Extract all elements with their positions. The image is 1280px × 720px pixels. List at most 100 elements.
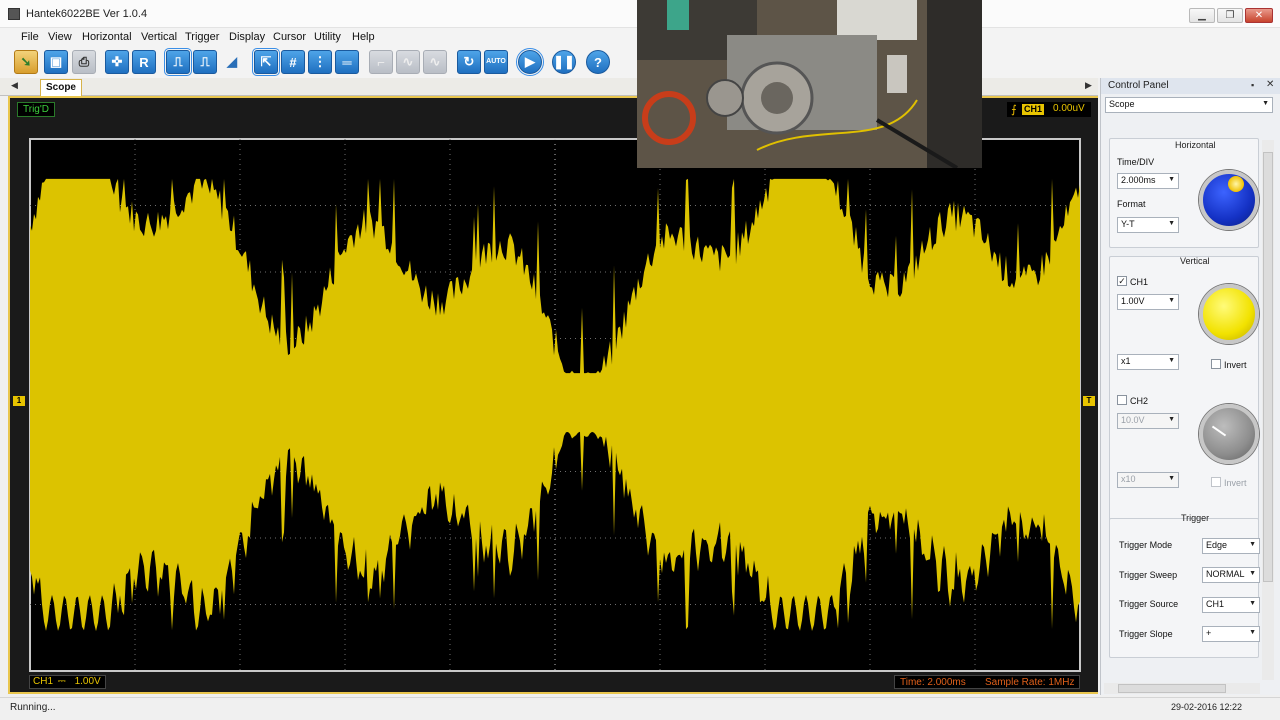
ch1-checkbox[interactable]: ✓ xyxy=(1117,276,1127,286)
format-select[interactable]: Y-T ▼ xyxy=(1117,217,1179,233)
trigger-slope-select[interactable]: + ▼ xyxy=(1202,626,1260,642)
scope-display[interactable] xyxy=(8,96,1098,694)
hscroll-thumb[interactable] xyxy=(1118,684,1226,693)
restore-icon: ❐ xyxy=(1225,10,1235,21)
chevron-down-icon: ▼ xyxy=(1249,570,1256,577)
cursor-h-icon: ═ xyxy=(342,54,352,70)
chevron-down-icon: ▼ xyxy=(1262,100,1269,107)
trigger-sweep-value: NORMAL xyxy=(1206,569,1245,579)
wave-button[interactable]: ∿ xyxy=(396,50,420,74)
help-icon: ? xyxy=(594,54,602,70)
ch1-voltage-select[interactable]: 1.00V ▼ xyxy=(1117,294,1179,310)
trigger-channel: CH1 xyxy=(1022,104,1045,115)
trigger-info: ⨍ CH1 0.00uV xyxy=(1007,102,1091,117)
ramp-button[interactable]: ◢ xyxy=(220,50,244,74)
timediv-value: 2.000ms xyxy=(1121,175,1156,185)
pin-icon[interactable]: ▪ xyxy=(1251,80,1254,90)
r-icon: R xyxy=(139,54,149,70)
timediv-knob[interactable] xyxy=(1199,170,1259,230)
auto-button[interactable]: AUTO xyxy=(484,50,508,74)
trigger-sweep-select[interactable]: NORMAL ▼ xyxy=(1202,567,1260,583)
panel-close-icon[interactable]: ✕ xyxy=(1266,79,1274,90)
menu-vertical[interactable]: Vertical xyxy=(141,31,177,43)
run-r-button[interactable]: R xyxy=(132,50,156,74)
step-button[interactable]: ⌐ xyxy=(369,50,393,74)
trigger-source-select[interactable]: CH1 ▼ xyxy=(1202,597,1260,613)
rising-edge-icon: ⨍ xyxy=(1011,104,1017,116)
window-title: Hantek6022BE Ver 1.0.4 xyxy=(26,8,148,20)
ch1-invert-checkbox[interactable] xyxy=(1211,359,1221,369)
vscroll-thumb[interactable] xyxy=(1263,152,1273,582)
refresh-button[interactable]: ↻ xyxy=(457,50,481,74)
rotate-icon: ↻ xyxy=(463,54,475,69)
ch2-voltage-select[interactable]: 10.0V ▼ xyxy=(1117,413,1179,429)
ch2-checkbox[interactable] xyxy=(1117,395,1127,405)
ch1-voltage-value: 1.00V xyxy=(1121,296,1145,306)
print-icon: ⎙ xyxy=(78,54,90,69)
menu-utility[interactable]: Utility xyxy=(314,31,341,43)
ch1-probe-select[interactable]: x1 ▼ xyxy=(1117,354,1179,370)
menu-display[interactable]: Display xyxy=(229,31,265,43)
panel-mode-value: Scope xyxy=(1109,99,1135,109)
autoset-button[interactable]: ✜ xyxy=(105,50,129,74)
maximize-button[interactable]: ❐ xyxy=(1217,8,1243,23)
trigger-sweep-label: Trigger Sweep xyxy=(1119,570,1178,580)
trigger-mode-value: Edge xyxy=(1206,540,1228,550)
chevron-down-icon: ▼ xyxy=(1168,357,1175,364)
help-button[interactable]: ? xyxy=(586,50,610,74)
app-icon xyxy=(8,8,20,20)
open-button[interactable]: ➘ xyxy=(14,50,38,74)
timediv-select[interactable]: 2.000ms ▼ xyxy=(1117,173,1179,189)
tab-scroll-right-icon[interactable]: ▶ xyxy=(1085,80,1092,91)
ch2-probe-select[interactable]: x10 ▼ xyxy=(1117,472,1179,488)
close-button[interactable]: ✕ xyxy=(1245,8,1273,23)
trigger-level-marker[interactable]: T xyxy=(1083,396,1095,406)
cursor-v-button[interactable]: ⋮ xyxy=(308,50,332,74)
print-button[interactable]: ⎙ xyxy=(72,50,96,74)
grid-button[interactable]: # xyxy=(281,50,305,74)
menu-view[interactable]: View xyxy=(48,31,72,43)
channel-status-scale: 1.00V xyxy=(74,676,101,687)
ch2-label: CH2 xyxy=(1130,396,1149,406)
pointer-icon: ⇱ xyxy=(260,54,272,69)
control-panel-hscroll[interactable] xyxy=(1104,683,1260,694)
pulse-icon: ⎍ xyxy=(173,54,183,69)
timediv-label: Time/DIV xyxy=(1117,157,1155,167)
pulse-fill-icon: ⎍ xyxy=(200,54,210,69)
ch2-invert-checkbox[interactable] xyxy=(1211,477,1221,487)
play-button[interactable]: ▶ xyxy=(516,48,544,76)
play-icon: ▶ xyxy=(525,54,535,69)
channel-status: CH1 ⎓ 1.00V xyxy=(29,675,106,689)
tab-scope[interactable]: Scope xyxy=(40,79,82,96)
scope-screen xyxy=(29,138,1081,672)
pulse-fill-button[interactable]: ⎍ xyxy=(193,50,217,74)
pause-button[interactable]: ❚❚ xyxy=(552,50,576,74)
open-icon: ➘ xyxy=(20,54,32,69)
save-button[interactable]: ▣ xyxy=(44,50,68,74)
trigger-mode-label: Trigger Mode xyxy=(1119,540,1173,550)
ch2-voltage-knob[interactable] xyxy=(1199,404,1259,464)
ch1-ground-marker[interactable]: 1 xyxy=(13,396,25,406)
status-datetime: 29-02-2016 12:22 xyxy=(1171,702,1243,712)
pointer-button[interactable]: ⇱ xyxy=(252,48,280,76)
minimize-button[interactable]: ▁ xyxy=(1189,8,1215,23)
ch1-voltage-knob[interactable] xyxy=(1199,284,1259,344)
menu-file[interactable]: File xyxy=(21,31,39,43)
menu-cursor[interactable]: Cursor xyxy=(273,31,306,43)
tab-scroll-left-icon[interactable]: ◀ xyxy=(11,80,18,91)
camera-photo-image xyxy=(637,0,982,168)
cursor-h-button[interactable]: ═ xyxy=(335,50,359,74)
auto-label: AUTO xyxy=(486,58,506,65)
minimize-icon: ▁ xyxy=(1198,10,1206,21)
ch2-invert-label: Invert xyxy=(1224,478,1247,488)
trigger-mode-select[interactable]: Edge ▼ xyxy=(1202,538,1260,554)
menu-help[interactable]: Help xyxy=(352,31,375,43)
sine-button[interactable]: ∿ xyxy=(423,50,447,74)
pulse-button[interactable]: ⎍ xyxy=(164,48,192,76)
panel-mode-select[interactable]: Scope ▼ xyxy=(1105,97,1273,113)
menu-horizontal[interactable]: Horizontal xyxy=(82,31,132,43)
ch2-voltage-value: 10.0V xyxy=(1121,415,1145,425)
menu-trigger[interactable]: Trigger xyxy=(185,31,219,43)
trigger-source-label: Trigger Source xyxy=(1119,599,1179,609)
control-panel-vscroll[interactable] xyxy=(1262,140,1274,680)
